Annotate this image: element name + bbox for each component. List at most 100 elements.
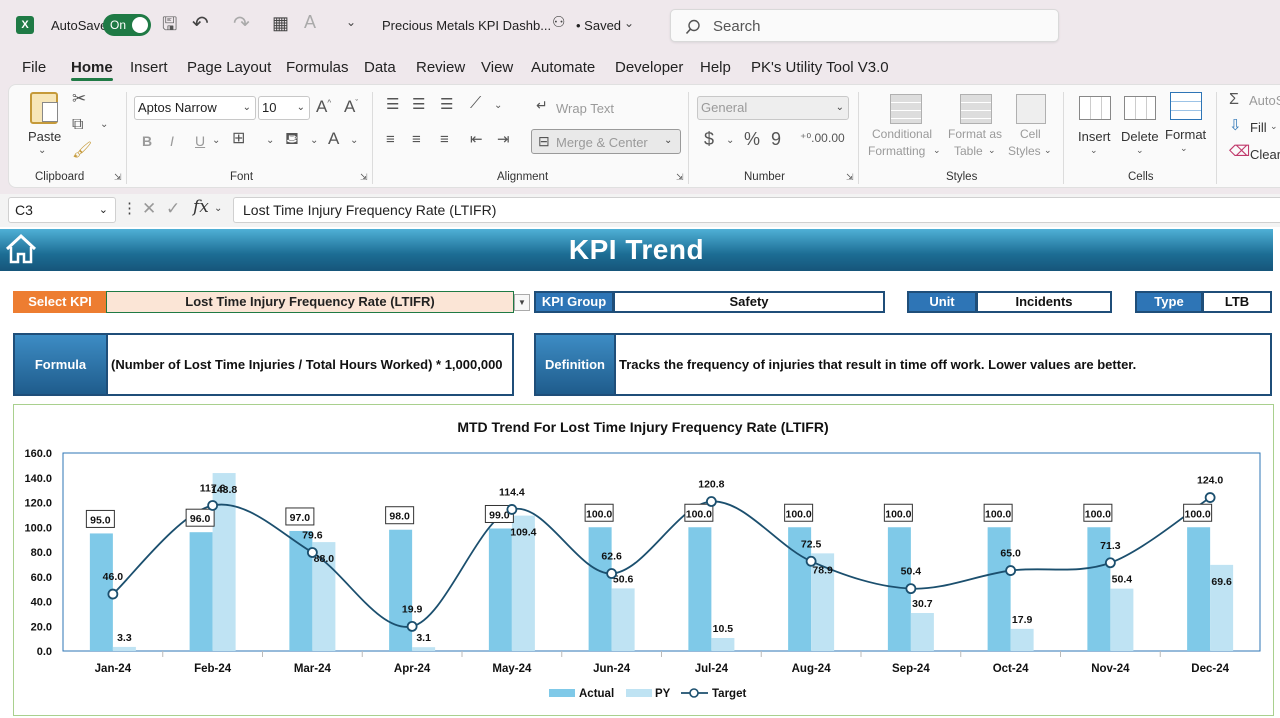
merge-center-button[interactable]: ⊟ Merge & Center ⌄ [531,129,681,154]
menu-page-layout[interactable]: Page Layout [187,59,271,76]
redo-icon[interactable]: ↷ [233,14,250,34]
conditional-formatting-label1[interactable]: Conditional [872,127,932,141]
autosum-button[interactable]: AutoS [1249,93,1280,108]
cell-styles-label2[interactable]: Styles [1008,144,1041,158]
menu-formulas[interactable]: Formulas [286,59,349,76]
insert-cells-icon[interactable] [1079,96,1111,120]
chevron-down-icon[interactable]: ⌄ [933,146,941,155]
conditional-formatting-icon[interactable] [890,94,922,124]
conditional-formatting-label2[interactable]: Formatting [868,144,925,158]
chevron-down-icon[interactable]: ⌄ [214,204,222,214]
borders-icon[interactable]: ⊞ [232,131,245,147]
delete-cells-icon[interactable] [1124,96,1156,120]
chevron-down-icon[interactable]: ⌄ [1270,122,1278,131]
number-launcher-icon[interactable]: ⇲ [846,173,854,182]
autosave-toggle[interactable]: On [103,14,151,36]
font-launcher-icon[interactable]: ⇲ [360,173,368,182]
cancel-icon[interactable]: ✕ [142,200,156,217]
font-color-icon[interactable]: A [328,130,339,147]
menu-home[interactable]: Home [71,59,113,81]
paste-icon[interactable] [30,92,58,124]
format-as-table-label2[interactable]: Table [954,144,983,158]
number-format-select[interactable]: General ⌄ [697,96,849,120]
menu-pk-utility[interactable]: PK's Utility Tool V3.0 [751,59,889,76]
borders-dropdown-icon[interactable]: ⌄ [266,136,274,146]
customize-qat-icon[interactable]: ⌄ [346,16,356,28]
menu-review[interactable]: Review [416,59,465,76]
chart-area[interactable]: MTD Trend For Lost Time Injury Frequency… [13,404,1274,716]
underline-dropdown-icon[interactable]: ⌄ [212,136,220,146]
clear-icon[interactable]: ⌫ [1229,144,1250,159]
menu-view[interactable]: View [481,59,513,76]
chevron-down-icon[interactable]: ⌄ [1044,146,1052,155]
italic-button[interactable]: I [170,133,174,149]
chevron-down-icon[interactable]: ⌄ [1180,144,1188,153]
fill-color-dropdown-icon[interactable]: ⌄ [310,136,318,146]
menu-developer[interactable]: Developer [615,59,683,76]
fill-icon[interactable]: ⇩ [1229,118,1242,133]
menu-automate[interactable]: Automate [531,59,595,76]
align-right-icon[interactable]: ≡ [440,132,449,147]
fill-button[interactable]: Fill [1250,120,1267,135]
saved-status[interactable]: • Saved [576,18,621,33]
chevron-down-icon[interactable]: ⌄ [988,146,996,155]
format-painter-icon[interactable]: 🖌 [72,143,92,159]
format-as-table-label1[interactable]: Format as [948,127,1002,141]
clipboard-launcher-icon[interactable]: ⇲ [114,173,122,182]
increase-decimal-icon[interactable]: ⁺⁰.00 [800,132,828,144]
chevron-down-icon[interactable]: ⌄ [1136,146,1144,155]
document-title[interactable]: Precious Metals KPI Dashb... [382,18,551,33]
cell-styles-icon[interactable] [1016,94,1046,124]
orientation-icon[interactable]: ⟋ [470,96,481,112]
orientation-dropdown-icon[interactable]: ⌄ [494,101,502,111]
format-cells-icon[interactable] [1170,92,1202,120]
copy-icon[interactable]: ⧉ [72,117,83,133]
currency-dropdown-icon[interactable]: ⌄ [726,136,734,146]
mtd-trend-chart[interactable]: MTD Trend For Lost Time Injury Frequency… [14,405,1273,715]
increase-font-icon[interactable]: A^ [316,98,331,115]
enter-icon[interactable]: ✓ [166,200,180,217]
percent-icon[interactable]: % [744,130,760,148]
chevron-down-icon[interactable]: ⌄ [1090,146,1098,155]
align-top-icon[interactable]: ☰ [386,97,399,112]
align-left-icon[interactable]: ≡ [386,132,395,147]
wrap-text-button[interactable]: Wrap Text [556,101,614,116]
select-kpi-cell[interactable]: Lost Time Injury Frequency Rate (LTIFR) [106,291,514,313]
autosum-icon[interactable]: Σ [1229,92,1239,108]
font-color-dropdown-icon[interactable]: ⌄ [350,136,358,146]
align-bottom-icon[interactable]: ☰ [440,97,453,112]
share-person-icon[interactable]: ⚇ [552,15,565,30]
menu-file[interactable]: File [22,59,46,76]
paste-button[interactable]: Paste [28,129,61,144]
comma-icon[interactable]: 9 [771,130,781,148]
clear-button[interactable]: Clear [1250,147,1280,162]
format-as-table-icon[interactable] [960,94,992,124]
insert-button[interactable]: Insert [1078,129,1111,144]
align-center-icon[interactable]: ≡ [412,132,421,147]
undo-icon[interactable]: ↶ [192,14,209,34]
kpi-dropdown-icon[interactable]: ▼ [514,294,530,311]
chevron-down-icon[interactable]: ⌄ [624,17,634,29]
decrease-indent-icon[interactable]: ⇤ [470,132,483,147]
more-options-icon[interactable]: ⋮ [122,201,137,216]
font-color-icon[interactable]: A [304,13,316,31]
paste-dropdown-icon[interactable]: ⌄ [38,146,46,156]
alignment-launcher-icon[interactable]: ⇲ [676,173,684,182]
search-box[interactable]: Search [670,9,1059,42]
home-icon[interactable] [4,232,38,266]
name-box[interactable]: C3 ⌄ [8,197,116,223]
menu-data[interactable]: Data [364,59,396,76]
decrease-font-icon[interactable]: Aˇ [344,98,358,115]
increase-indent-icon[interactable]: ⇥ [497,132,510,147]
format-button[interactable]: Format [1165,127,1206,142]
insert-function-button[interactable]: fx [193,199,209,216]
font-size-select[interactable]: 10 ⌄ [258,96,310,120]
underline-button[interactable]: U [195,133,205,149]
menu-help[interactable]: Help [700,59,731,76]
fill-color-icon[interactable]: ⛾ [285,130,299,147]
delete-button[interactable]: Delete [1121,129,1159,144]
decrease-decimal-icon[interactable]: .00 [828,132,845,144]
formula-input[interactable]: Lost Time Injury Frequency Rate (LTIFR) [233,197,1280,223]
wrap-text-icon[interactable]: ↵ [536,98,548,112]
save-icon[interactable]: 🖫 [162,15,177,33]
